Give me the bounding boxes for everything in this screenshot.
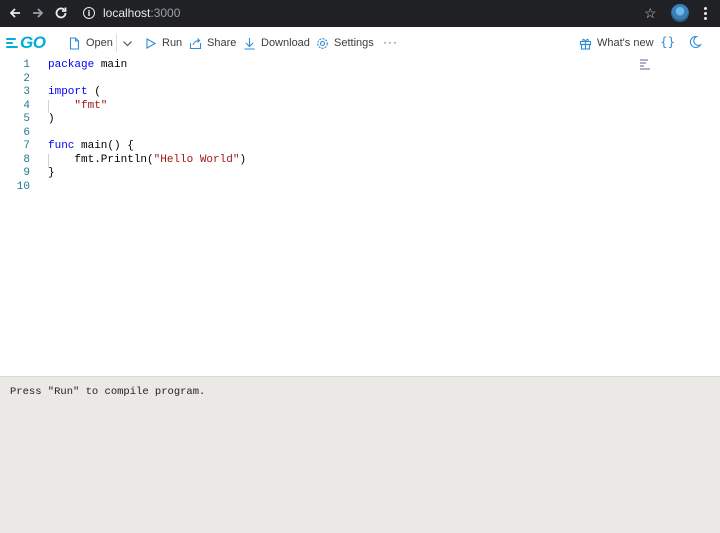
keyword-import: import (48, 86, 88, 98)
url-host: localhost (103, 6, 151, 20)
download-icon (244, 37, 255, 50)
keyword-func: func (48, 140, 75, 152)
browser-menu-icon[interactable] (700, 4, 710, 22)
import-path-string: "fmt" (74, 99, 108, 112)
speed-lines-icon (6, 38, 18, 48)
println-close: ) (239, 153, 247, 166)
close-brace: } (48, 167, 55, 179)
line-number: 7 (23, 140, 30, 152)
open-button[interactable]: Open (68, 35, 113, 51)
code-content[interactable]: package main import ( "fmt" ) func main(… (48, 59, 246, 194)
line-number: 5 (23, 113, 30, 125)
import-paren: ( (87, 86, 101, 98)
line-number: 10 (16, 180, 30, 193)
line-number-gutter: 1 2 3 4 5 6 7 8 9 10 (0, 59, 30, 194)
line-number: 3 (23, 86, 30, 98)
line-number: 8 (23, 153, 30, 166)
println-call: fmt.Println( (74, 153, 154, 166)
settings-label: Settings (334, 37, 374, 49)
info-icon[interactable]: i (83, 7, 95, 19)
more-options-button[interactable]: ··· (383, 35, 398, 49)
code-line: fmt.Println("Hello World") (48, 153, 247, 167)
code-line: package main (48, 59, 246, 73)
format-code-icon[interactable]: {} (660, 35, 675, 49)
moon-icon[interactable] (688, 35, 702, 49)
whats-new-label: What's new (597, 37, 654, 49)
whats-new-button[interactable]: What's new (579, 35, 654, 51)
file-icon (69, 36, 80, 50)
playground-toolbar: GO Open Run Share Download Settings ··· … (0, 27, 720, 59)
line-number: 6 (23, 126, 30, 139)
close-paren: ) (48, 113, 55, 125)
share-label: Share (207, 37, 237, 49)
url-port: :3000 (150, 6, 181, 20)
reload-button[interactable] (52, 4, 70, 22)
indent-guide (48, 153, 49, 167)
code-editor[interactable]: 1 2 3 4 5 6 7 8 9 10 package main import… (0, 59, 720, 376)
code-line: import ( (48, 86, 246, 100)
code-line: func main() { (48, 140, 246, 154)
arrow-right-icon (33, 8, 44, 18)
output-panel: Press "Run" to compile program. (0, 376, 720, 533)
output-message: Press "Run" to compile program. (10, 386, 206, 398)
line-number: 1 (23, 59, 30, 71)
func-signature: main() { (74, 140, 134, 152)
settings-button[interactable]: Settings (316, 35, 374, 51)
reload-icon (55, 7, 67, 19)
play-icon (146, 37, 157, 49)
code-line: "fmt" (48, 99, 246, 113)
share-icon (189, 37, 202, 49)
package-name: main (94, 59, 128, 71)
run-label: Run (162, 37, 183, 49)
code-line: ) (48, 113, 246, 127)
download-button[interactable]: Download (243, 35, 310, 51)
profile-avatar[interactable] (671, 4, 689, 22)
line-number: 2 (23, 72, 30, 85)
go-logo[interactable]: GO (6, 33, 46, 52)
back-button[interactable] (6, 4, 24, 22)
open-dropdown-button[interactable] (121, 35, 139, 51)
browser-toolbar: i localhost:3000 ☆ (0, 0, 720, 27)
open-label: Open (86, 37, 113, 49)
address-bar[interactable]: i localhost:3000 (83, 4, 180, 22)
share-button[interactable]: Share (189, 35, 236, 51)
indent-guide (48, 99, 49, 113)
hello-world-string: "Hello World" (153, 153, 240, 166)
editor-minimap[interactable] (640, 59, 680, 79)
toolbar-divider (116, 34, 117, 52)
gear-icon (317, 37, 328, 49)
download-label: Download (261, 37, 310, 49)
line-number: 9 (23, 167, 30, 179)
chevron-down-icon (123, 40, 132, 46)
gift-icon (579, 38, 592, 50)
keyword-package: package (48, 59, 95, 71)
logo-text: GO (20, 33, 46, 52)
arrow-left-icon (9, 8, 20, 18)
line-number: 4 (23, 99, 30, 112)
code-line: } (48, 167, 246, 181)
bookmark-star-icon[interactable]: ☆ (644, 4, 660, 22)
run-button[interactable]: Run (144, 35, 182, 51)
forward-button[interactable] (29, 4, 47, 22)
